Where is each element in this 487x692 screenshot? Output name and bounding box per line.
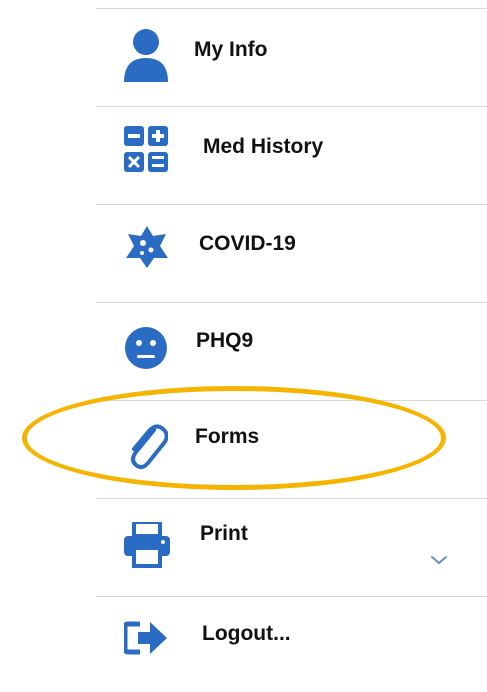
menu-item-covid-19[interactable]: COVID-19 <box>96 204 487 300</box>
menu-item-label: Med History <box>203 135 324 158</box>
virus-icon <box>126 226 168 268</box>
menu-item-label: PHQ9 <box>196 329 254 352</box>
menu-item-forms[interactable]: Forms <box>96 400 487 496</box>
menu-item-label: COVID-19 <box>199 232 296 255</box>
menu-item-print[interactable]: Print <box>96 498 487 594</box>
calculator-icon <box>124 126 168 172</box>
paperclip-icon <box>131 424 168 470</box>
chevron-down-icon[interactable] <box>428 550 450 568</box>
menu-item-label: My Info <box>194 38 268 61</box>
menu-item-label: Logout... <box>202 622 291 645</box>
user-icon <box>124 29 168 82</box>
menu-item-my-info[interactable]: My Info <box>96 8 487 104</box>
menu-item-med-history[interactable]: Med History <box>96 106 487 202</box>
printer-icon <box>124 522 170 568</box>
menu-item-logout[interactable]: Logout... <box>96 596 487 692</box>
menu-item-label: Print <box>200 522 248 545</box>
menu-item-label: Forms <box>195 425 260 448</box>
menu-item-phq9[interactable]: PHQ9 <box>96 302 487 398</box>
neutral-face-icon <box>125 327 167 369</box>
sign-out-icon <box>124 621 167 655</box>
side-menu: My Info Med History COVID-19 PHQ9 Forms … <box>96 0 487 692</box>
